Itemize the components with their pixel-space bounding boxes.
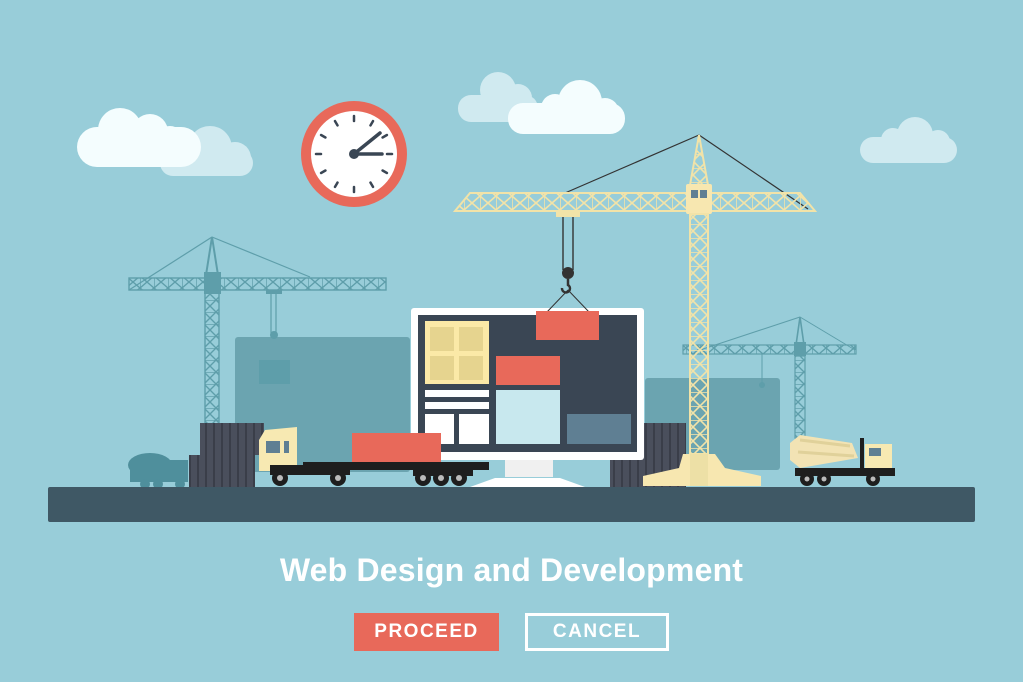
page-title: Web Design and Development (279, 552, 744, 588)
cancel-button[interactable]: CANCEL (525, 613, 669, 651)
cement-mixer-icon (128, 453, 188, 489)
clock-icon (301, 101, 407, 207)
cement-mixer-icon (790, 435, 895, 486)
cloud-icon (77, 108, 253, 176)
cloud-icon (458, 72, 625, 134)
cloud-icon (860, 117, 957, 163)
ground-strip (48, 487, 975, 522)
proceed-button[interactable]: PROCEED (354, 613, 499, 651)
monitor-icon (411, 308, 644, 487)
